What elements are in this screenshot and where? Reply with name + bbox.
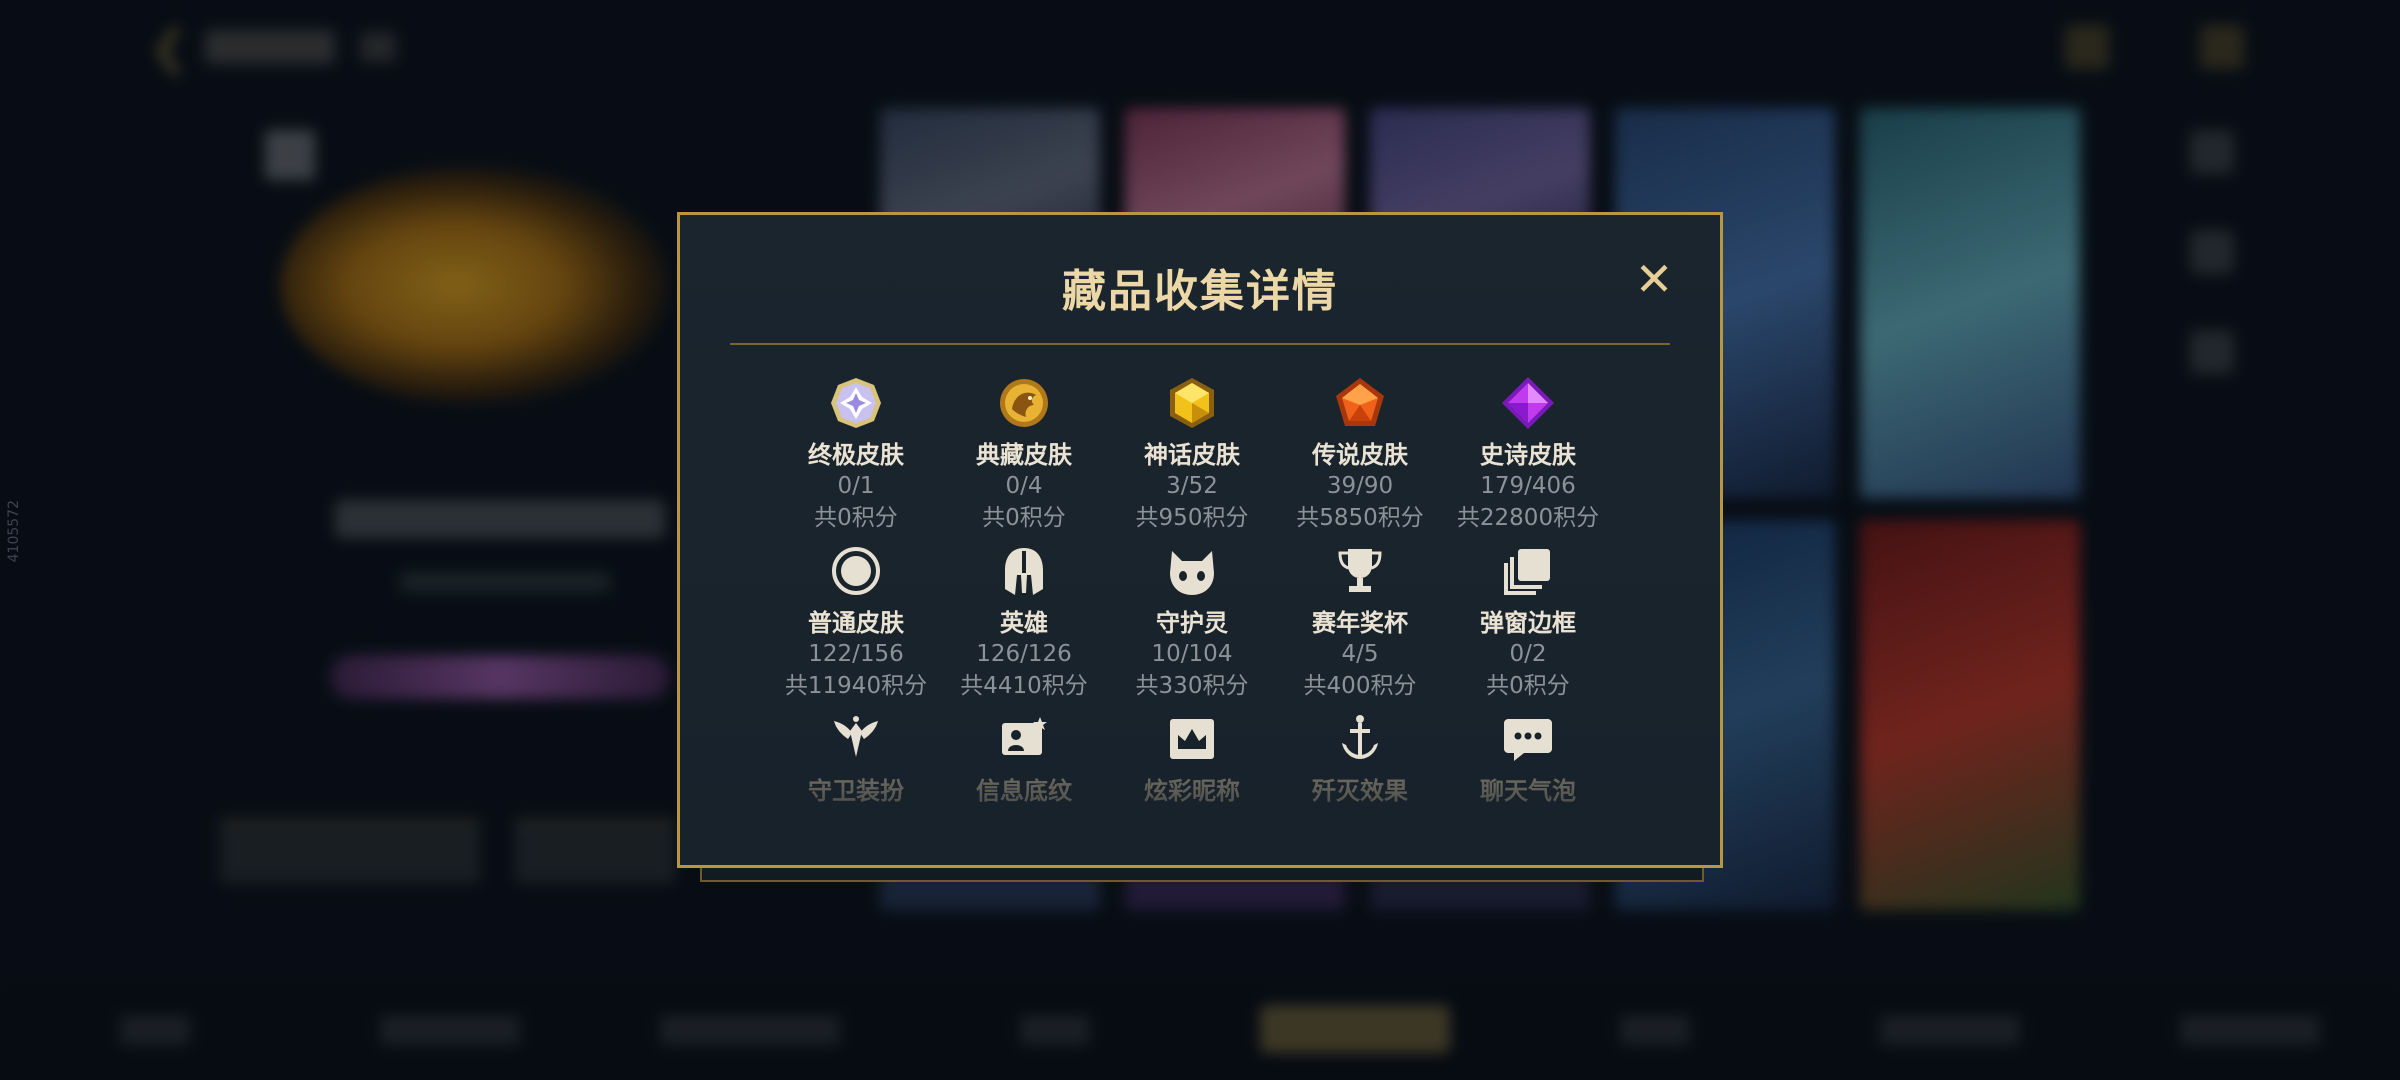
item-label: 信息底纹 — [976, 777, 1072, 805]
item-points: 共0积分 — [982, 505, 1066, 531]
item-label: 炫彩昵称 — [1144, 777, 1240, 805]
item-points: 共330积分 — [1135, 673, 1249, 699]
collection-item-info-background[interactable]: 信息底纹 — [940, 711, 1108, 806]
item-points: 共400积分 — [1303, 673, 1417, 699]
item-label: 史诗皮肤 — [1480, 441, 1576, 469]
ultimate-skin-icon — [831, 378, 881, 428]
item-label: 守护灵 — [1156, 609, 1228, 637]
collection-skin-icon — [1000, 379, 1048, 427]
item-count: 179/406 — [1480, 473, 1576, 499]
item-label: 典藏皮肤 — [976, 441, 1072, 469]
item-count: 122/156 — [808, 641, 904, 667]
item-count: 0/1 — [837, 473, 875, 499]
collection-item-guardian-spirit[interactable]: 守护灵 10/104 共330积分 — [1108, 543, 1276, 702]
item-label: 赛年奖杯 — [1312, 609, 1408, 637]
item-count: 126/126 — [976, 641, 1072, 667]
item-points: 共0积分 — [1486, 673, 1570, 699]
collection-item-epic-skin[interactable]: 史诗皮肤 179/406 共22800积分 — [1444, 375, 1612, 534]
collection-item-chat-bubble[interactable]: 聊天气泡 — [1444, 711, 1612, 806]
annihilation-effect-icon — [1342, 715, 1378, 759]
collection-details-modal: 藏品收集详情 ✕ 终极皮肤 0/1 共0积分 典藏皮肤 0/4 共0积分 神话皮… — [677, 212, 1723, 868]
ward-skin-icon — [834, 716, 878, 757]
close-button[interactable]: ✕ — [1632, 256, 1676, 302]
item-label: 普通皮肤 — [808, 609, 904, 637]
collection-item-popup-frame[interactable]: 弹窗边框 0/2 共0积分 — [1444, 543, 1612, 702]
trophy-icon — [1338, 549, 1382, 592]
item-points: 共950积分 — [1135, 505, 1249, 531]
collection-item-legendary-skin[interactable]: 传说皮肤 39/90 共5850积分 — [1276, 375, 1444, 534]
item-label: 弹窗边框 — [1480, 609, 1576, 637]
item-label: 英雄 — [1000, 609, 1048, 637]
item-label: 终极皮肤 — [808, 441, 904, 469]
legendary-skin-icon — [1336, 378, 1384, 426]
chat-bubble-icon — [1504, 719, 1552, 761]
collection-item-hero[interactable]: 英雄 126/126 共4410积分 — [940, 543, 1108, 702]
epic-skin-icon — [1502, 377, 1554, 429]
item-label: 传说皮肤 — [1312, 441, 1408, 469]
item-label: 神话皮肤 — [1144, 441, 1240, 469]
item-points: 共5850积分 — [1296, 505, 1424, 531]
item-points: 共0积分 — [814, 505, 898, 531]
item-count: 0/2 — [1509, 641, 1547, 667]
collection-item-ultimate-skin[interactable]: 终极皮肤 0/1 共0积分 — [772, 375, 940, 534]
item-count: 0/4 — [1005, 473, 1043, 499]
side-id-text: 4105572 — [6, 500, 22, 563]
collection-item-ward-skin[interactable]: 守卫装扮 — [772, 711, 940, 806]
mythic-skin-icon — [1170, 378, 1214, 428]
item-count: 3/52 — [1166, 473, 1218, 499]
collection-item-season-trophy[interactable]: 赛年奖杯 4/5 共400积分 — [1276, 543, 1444, 702]
item-count: 4/5 — [1341, 641, 1379, 667]
guardian-spirit-icon — [1170, 551, 1214, 595]
item-count: 10/104 — [1151, 641, 1233, 667]
modal-title: 藏品收集详情 — [1062, 266, 1338, 317]
collection-item-mythic-skin[interactable]: 神话皮肤 3/52 共950积分 — [1108, 375, 1276, 534]
collection-item-annihilation-effect[interactable]: 歼灭效果 — [1276, 711, 1444, 806]
collection-item-normal-skin[interactable]: 普通皮肤 122/156 共11940积分 — [772, 543, 940, 702]
item-label: 歼灭效果 — [1312, 777, 1408, 805]
item-points: 共11940积分 — [784, 673, 928, 699]
title-divider — [730, 343, 1670, 345]
collection-item-colorful-nickname[interactable]: 炫彩昵称 — [1108, 711, 1276, 806]
item-points: 共22800积分 — [1456, 505, 1600, 531]
collection-item-collection-skin[interactable]: 典藏皮肤 0/4 共0积分 — [940, 375, 1108, 534]
item-points: 共4410积分 — [960, 673, 1088, 699]
item-label: 守卫装扮 — [808, 777, 904, 805]
colorful-nickname-icon — [1170, 719, 1214, 759]
hero-helmet-icon — [1005, 548, 1043, 595]
popup-frame-icon — [1504, 549, 1550, 595]
item-count: 39/90 — [1326, 473, 1394, 499]
normal-skin-icon — [832, 547, 880, 595]
info-background-icon — [1002, 717, 1047, 755]
item-label: 聊天气泡 — [1480, 777, 1576, 805]
